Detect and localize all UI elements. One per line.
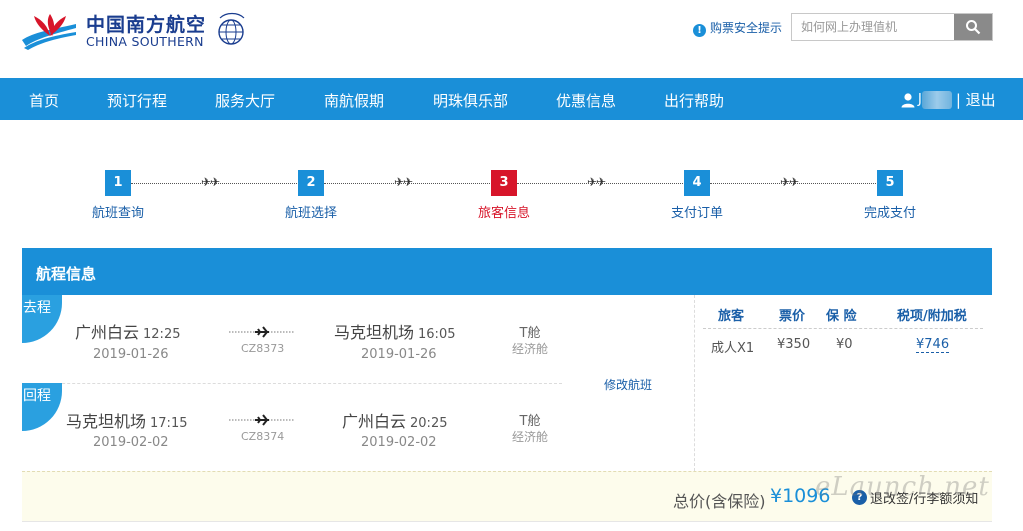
fare-passenger: 成人X1 [711, 341, 755, 356]
nav-pearl-club[interactable]: 明珠俱乐部 [433, 90, 508, 111]
return-departure-city: 马克坦机场 17:15 [66, 412, 188, 431]
return-flight-number: CZ8374 [241, 430, 285, 443]
total-price-label: 总价(含保险) [673, 492, 766, 511]
user-name-blurred [921, 90, 952, 109]
nav-home[interactable]: 首页 [29, 90, 59, 111]
step-3-number: 3 [491, 170, 517, 196]
search-button[interactable] [954, 14, 992, 40]
step-2-number: 2 [298, 170, 324, 196]
fare-header-divider [703, 328, 983, 329]
user-icon [901, 92, 915, 107]
outbound-departure-date: 2019-01-26 [93, 347, 169, 362]
outbound-arrival-time: 16:05 [418, 327, 456, 342]
step-1-number: 1 [105, 170, 131, 196]
plane-icons: ✈✈ [587, 175, 606, 189]
fare-header-passenger: 旅客 [718, 309, 745, 324]
fare-insurance: ¥0 [836, 337, 853, 352]
step-4-label: 支付订单 [670, 206, 724, 221]
info-icon: ! [693, 24, 706, 37]
itinerary-title: 航程信息 [36, 265, 97, 283]
china-southern-logo[interactable]: 中国南方航空 CHINA SOUTHERN [20, 8, 260, 52]
outbound-departure-time: 12:25 [143, 327, 181, 342]
outbound-cabin-class: T舱 [519, 326, 541, 341]
skyteam-globe-icon [218, 12, 245, 45]
watermark: eLaunch.net [815, 472, 990, 502]
search-icon [966, 20, 981, 35]
return-departure-time: 17:15 [150, 416, 188, 431]
main-nav: 首页 预订行程 服务大厅 南航假期 明珠俱乐部 优惠信息 出行帮助 J | 退出 [0, 78, 1023, 120]
security-tips-label: 购票安全提示 [710, 21, 783, 35]
itinerary-header: 航程信息 [22, 248, 992, 295]
flight-path-icon [229, 326, 295, 338]
nav-holidays[interactable]: 南航假期 [324, 90, 384, 111]
step-5-label: 完成支付 [863, 206, 917, 221]
return-arrival-city: 广州白云 20:25 [342, 412, 448, 431]
nav-promotions[interactable]: 优惠信息 [556, 90, 616, 111]
return-departure-date: 2019-02-02 [93, 435, 169, 450]
flight-list: 去程 广州白云 12:25 2019-01-26 CZ8373 马克坦机场 16:0… [22, 295, 694, 471]
trip-separator [22, 383, 562, 384]
return-arrival-date: 2019-02-02 [361, 435, 437, 450]
step-5-number: 5 [877, 170, 903, 196]
nav-booking[interactable]: 预订行程 [107, 90, 167, 111]
site-header: 中国南方航空 CHINA SOUTHERN ! 购票安全提示 [0, 0, 1023, 78]
fare-header-ticket: 票价 [779, 309, 806, 324]
return-cabin-type: 经济舱 [511, 430, 548, 444]
fare-header-insurance: 保 险 [826, 309, 857, 324]
plane-icons: ✈✈ [394, 175, 413, 189]
logo-english-name: CHINA SOUTHERN [86, 34, 204, 49]
fare-table: 旅客 票价 保 险 税项/附加税 成人X1 ¥350 ¥0 ¥746 [695, 295, 992, 471]
return-cabin-class: T舱 [519, 414, 541, 429]
nav-travel-help[interactable]: 出行帮助 [664, 90, 724, 111]
fare-tax-link[interactable]: ¥746 [916, 337, 950, 353]
return-arrival-time: 20:25 [410, 416, 448, 431]
nav-service-hall[interactable]: 服务大厅 [215, 90, 275, 111]
logout-link[interactable]: | 退出 [956, 89, 996, 110]
logo-chinese-name: 中国南方航空 [86, 14, 207, 36]
outbound-cabin-type: 经济舱 [511, 342, 548, 356]
modify-flight-link[interactable]: 修改航班 [604, 376, 652, 393]
plane-icons: ✈✈ [780, 175, 799, 189]
flight-path-icon [229, 414, 295, 426]
outbound-flight-number: CZ8373 [241, 342, 285, 355]
outbound-departure-city: 广州白云 12:25 [75, 323, 181, 342]
fare-header-tax: 税项/附加税 [897, 309, 967, 324]
plane-icons: ✈✈ [201, 175, 220, 189]
step-4-number: 4 [684, 170, 710, 196]
return-tag: 回程 [22, 383, 62, 431]
search-input[interactable] [792, 14, 955, 40]
outbound-arrival-date: 2019-01-26 [361, 347, 437, 362]
step-1-label[interactable]: 航班查询 [92, 202, 144, 221]
booking-progress-steps: ✈✈ ✈✈ ✈✈ ✈✈ 1 航班查询 2 航班选择 3 旅客信息 4 支付订单 … [0, 165, 1023, 225]
step-2-label[interactable]: 航班选择 [285, 202, 337, 221]
security-tips-link[interactable]: ! 购票安全提示 [693, 19, 782, 37]
bottom-border [22, 521, 992, 522]
fare-ticket-price: ¥350 [777, 337, 811, 352]
kapok-flower-logo-icon [22, 14, 76, 50]
outbound-arrival-city: 马克坦机场 16:05 [334, 323, 456, 342]
user-menu: J | 退出 [900, 89, 996, 110]
outbound-tag: 去程 [22, 295, 62, 343]
step-3-label: 旅客信息 [477, 206, 531, 221]
search-box [791, 13, 993, 41]
